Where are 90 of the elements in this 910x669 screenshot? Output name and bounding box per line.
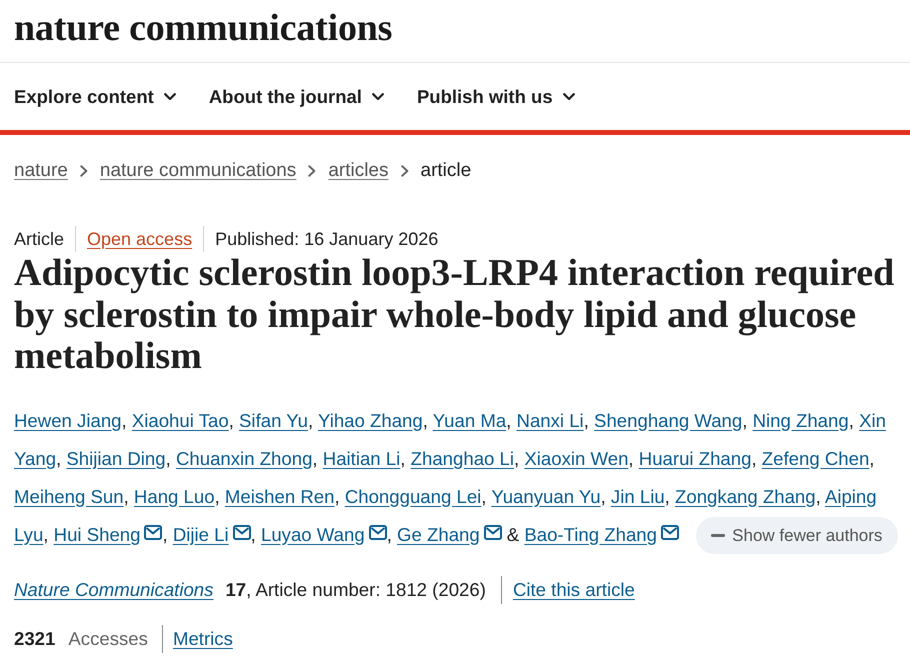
cite-article-link[interactable]: Cite this article	[512, 576, 635, 604]
author-link[interactable]: Ning Zhang	[752, 410, 849, 430]
author-link[interactable]: Hui Sheng	[54, 524, 140, 544]
author-separator: ,	[422, 410, 428, 430]
author-separator: ,	[600, 486, 606, 506]
author-separator: ,	[228, 410, 234, 430]
author-link[interactable]: Xiaohui Tao	[132, 410, 229, 430]
author-link[interactable]: Xin	[859, 410, 886, 430]
chevron-down-icon	[164, 92, 176, 100]
journal-link[interactable]: Nature Communications	[14, 576, 214, 604]
author-link[interactable]: Aiping	[824, 486, 877, 506]
author-link[interactable]: Zongkang Zhang	[675, 486, 816, 506]
citation-text: 17, Article number: 1812 (2026)	[225, 578, 486, 602]
author-separator: ,	[751, 448, 757, 468]
author-link[interactable]: Ge Zhang	[397, 524, 480, 544]
author-separator: ,	[481, 486, 486, 506]
author-link[interactable]: Yuanyuan Yu	[491, 486, 601, 506]
journal-logo[interactable]: nature communications	[14, 6, 392, 50]
author-link[interactable]: Dijie Li	[172, 524, 229, 544]
breadcrumb-current: article	[420, 159, 472, 183]
author-link[interactable]: Luyao Wang	[260, 524, 365, 544]
author-link[interactable]: Shenghang Wang	[594, 410, 742, 430]
author-separator: ,	[386, 524, 392, 544]
author-separator: ,	[166, 448, 171, 468]
nav-menu-button[interactable]: Explore content	[14, 86, 176, 108]
author-separator: ,	[742, 410, 748, 430]
author-link[interactable]: Yang	[14, 448, 56, 468]
author-link[interactable]: Hewen Jiang	[14, 410, 122, 430]
nav-menu-button[interactable]: Publish with us	[416, 86, 575, 108]
mail-icon[interactable]	[660, 524, 679, 540]
author-link[interactable]: Bao-Ting Zhang	[524, 524, 657, 544]
author-link[interactable]: Nanxi Li	[516, 410, 584, 430]
mail-icon[interactable]	[484, 524, 502, 540]
access-count: 2321	[14, 627, 56, 652]
article-type-label: Article	[14, 228, 64, 251]
author-separator: ,	[308, 410, 314, 430]
nav-menu-button[interactable]: About the journal	[208, 86, 384, 108]
author-separator: ,	[214, 486, 220, 506]
author-link[interactable]: Chongguang Lei	[344, 486, 482, 506]
author-link[interactable]: Chuanxin Zhong	[176, 448, 312, 468]
author-link[interactable]: Xiaoxin Wen	[524, 448, 628, 468]
author-separator: ,	[162, 524, 168, 544]
author-separator: ,	[664, 486, 670, 506]
chevron-right-icon	[308, 165, 316, 177]
mail-icon[interactable]	[368, 524, 387, 540]
chevron-down-icon	[372, 92, 384, 100]
author-separator: ,	[250, 524, 256, 544]
author-separator: ,	[56, 448, 62, 468]
author-link[interactable]: Zhanghao Li	[410, 448, 514, 468]
author-link[interactable]: Jin Liu	[610, 486, 665, 506]
breadcrumb-link[interactable]: articles	[328, 157, 388, 185]
author-link[interactable]: Yihao Zhang	[318, 410, 423, 430]
chevron-right-icon	[400, 165, 408, 177]
article-title: Adipocytic sclerostin loop3-LRP4 interaction required by sclerostin to impair whole-body lipid and glucose metabolism	[14, 253, 896, 378]
breadcrumb-link[interactable]: nature	[14, 157, 68, 185]
author-separator: ,	[334, 486, 340, 506]
author-link[interactable]: Yuan Ma	[432, 410, 506, 430]
chevron-down-icon	[562, 92, 575, 100]
author-separator: &	[506, 524, 520, 544]
author-separator: ,	[312, 448, 318, 468]
minus-icon	[711, 534, 726, 538]
author-link[interactable]: Haitian Li	[322, 448, 400, 468]
open-access-link[interactable]: Open access	[87, 225, 192, 253]
author-link[interactable]: Meishen Ren	[224, 486, 334, 506]
author-separator: ,	[124, 486, 129, 506]
author-separator: ,	[400, 448, 406, 468]
chevron-right-icon	[80, 165, 88, 177]
author-separator: ,	[628, 448, 634, 468]
breadcrumb-link[interactable]: nature communications	[100, 157, 296, 185]
show-fewer-authors-button[interactable]: Show fewer authors	[696, 517, 898, 554]
metrics-link[interactable]: Metrics	[172, 625, 233, 654]
author-link[interactable]: Shijian Ding	[66, 448, 166, 468]
author-link[interactable]: Lyu	[14, 524, 44, 544]
author-separator: ,	[506, 410, 512, 430]
author-separator: ,	[122, 410, 127, 430]
author-separator: ,	[584, 410, 589, 430]
author-separator: ,	[43, 524, 48, 544]
author-separator: ,	[869, 448, 874, 468]
author-separator: ,	[848, 410, 854, 430]
author-link[interactable]: Sifan Yu	[239, 410, 308, 430]
mail-icon[interactable]	[144, 524, 162, 540]
author-separator: ,	[816, 486, 821, 506]
author-separator: ,	[514, 448, 520, 468]
author-link[interactable]: Zefeng Chen	[762, 448, 870, 468]
access-label: Accesses	[68, 627, 148, 652]
author-link[interactable]: Meiheng Sun	[14, 486, 124, 506]
author-link[interactable]: Hang Luo	[134, 486, 215, 506]
publication-date: Published: 16 January 2026	[215, 228, 438, 251]
mail-icon[interactable]	[232, 524, 251, 540]
author-link[interactable]: Huarui Zhang	[638, 448, 752, 468]
